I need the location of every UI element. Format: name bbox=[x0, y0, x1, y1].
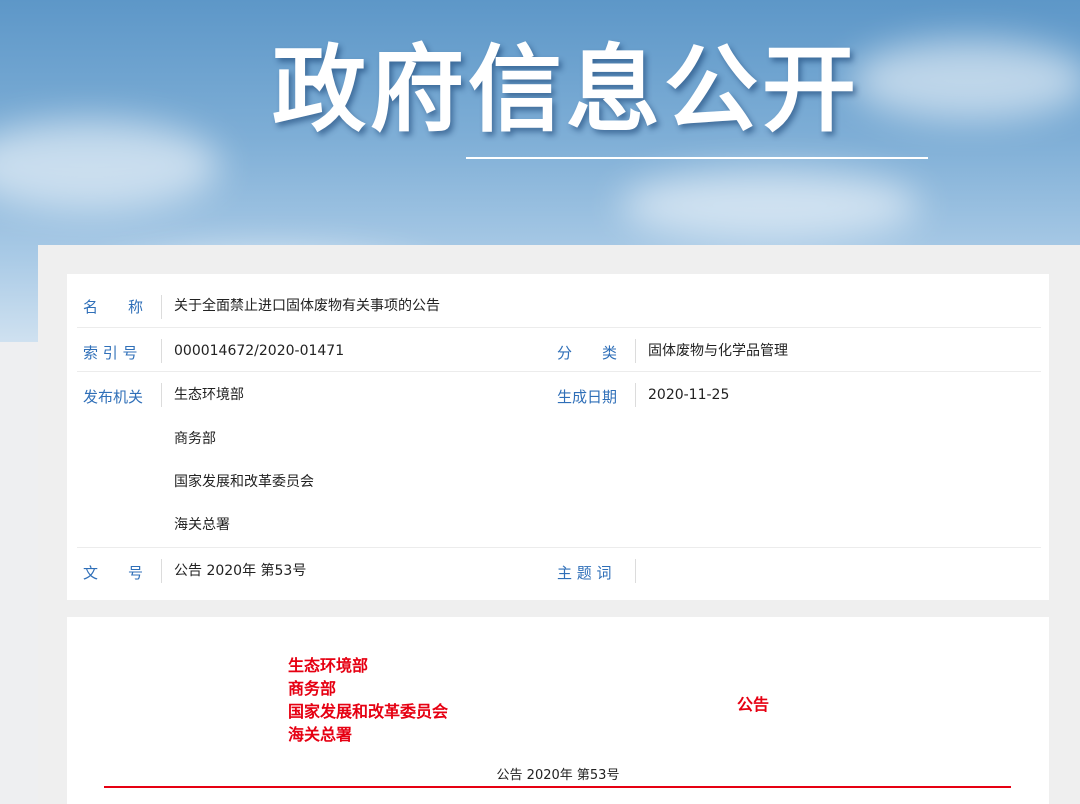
category-value: 固体废物与化学品管理 bbox=[648, 343, 788, 359]
divider bbox=[161, 295, 162, 319]
issuing-org: 生态环境部 bbox=[288, 656, 369, 675]
issuer-label: 发布机关 bbox=[83, 388, 144, 406]
issuer-value: 国家发展和改革委员会 bbox=[174, 474, 314, 490]
issuing-org: 商务部 bbox=[288, 679, 337, 698]
issuer-value: 商务部 bbox=[174, 431, 216, 447]
name-label: 名 称 bbox=[83, 298, 144, 316]
keywords-label: 主 题 词 bbox=[557, 564, 612, 582]
cloud-decoration bbox=[620, 170, 920, 240]
info-card: 名 称 关于全面禁止进口固体废物有关事项的公告 索 引 号 000014672/… bbox=[67, 274, 1049, 600]
divider bbox=[161, 383, 162, 407]
document-number: 公告 2020年 第53号 bbox=[496, 768, 620, 783]
cloud-decoration bbox=[0, 120, 220, 210]
banner-title: 政府信息公开 bbox=[272, 36, 861, 145]
cloud-decoration bbox=[850, 40, 1080, 120]
divider bbox=[161, 559, 162, 583]
info-row-issuer: 发布机关 生态环境部 商务部 国家发展和改革委员会 海关总署 生成日期 2020… bbox=[67, 372, 1049, 548]
issuing-org: 国家发展和改革委员会 bbox=[288, 702, 449, 721]
docno-value: 公告 2020年 第53号 bbox=[174, 563, 307, 579]
divider bbox=[635, 383, 636, 407]
issuer-value: 生态环境部 bbox=[174, 387, 244, 403]
banner-underline bbox=[466, 157, 928, 159]
info-row-index: 索 引 号 000014672/2020-01471 分 类 固体废物与化学品管… bbox=[67, 328, 1049, 372]
notice-title: 公告 bbox=[737, 695, 770, 714]
date-value: 2020-11-25 bbox=[648, 387, 730, 403]
date-label: 生成日期 bbox=[557, 388, 618, 406]
red-header-rule bbox=[104, 786, 1011, 788]
category-label: 分 类 bbox=[557, 344, 618, 362]
divider bbox=[635, 559, 636, 583]
name-value: 关于全面禁止进口固体废物有关事项的公告 bbox=[174, 298, 440, 314]
issuer-value: 海关总署 bbox=[174, 517, 230, 533]
docno-label: 文 号 bbox=[83, 564, 144, 582]
divider bbox=[161, 339, 162, 363]
index-label: 索 引 号 bbox=[83, 344, 138, 362]
info-row-docno: 文 号 公告 2020年 第53号 主 题 词 bbox=[67, 548, 1049, 600]
divider bbox=[635, 339, 636, 363]
index-value: 000014672/2020-01471 bbox=[174, 343, 345, 359]
issuing-org: 海关总署 bbox=[288, 725, 353, 744]
info-row-name: 名 称 关于全面禁止进口固体废物有关事项的公告 bbox=[67, 274, 1049, 328]
document-card: 生态环境部 商务部 国家发展和改革委员会 海关总署 公告 公告 2020年 第5… bbox=[67, 617, 1049, 804]
